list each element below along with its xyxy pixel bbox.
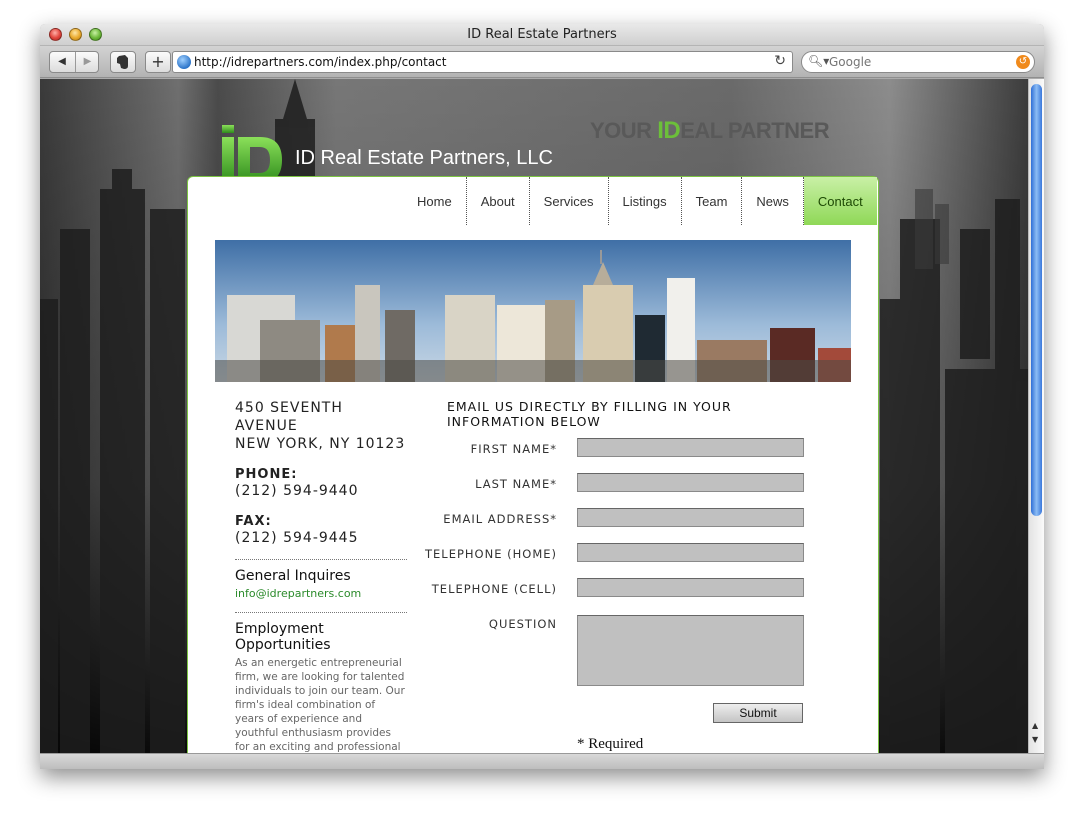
forward-arrow-icon[interactable]: ▶ bbox=[75, 52, 99, 72]
general-inquiries-heading: General Inquires bbox=[235, 568, 351, 584]
email-label: EMAIL ADDRESS* bbox=[443, 512, 557, 526]
nav-team[interactable]: Team bbox=[682, 177, 743, 225]
search-box[interactable]: 🔍︎▾ ↺ bbox=[801, 51, 1035, 73]
status-bar bbox=[40, 753, 1044, 769]
telephone-home-label: TELEPHONE (HOME) bbox=[425, 547, 557, 561]
search-input[interactable] bbox=[829, 55, 999, 69]
add-bookmark-button[interactable]: + bbox=[145, 51, 171, 73]
nav-services[interactable]: Services bbox=[530, 177, 609, 225]
nav-home[interactable]: Home bbox=[403, 177, 467, 225]
address-line-1: 450 SEVENTH AVENUE bbox=[235, 400, 343, 434]
last-name-label: LAST NAME* bbox=[475, 477, 557, 491]
first-name-label: FIRST NAME* bbox=[470, 442, 557, 456]
question-label: QUESTION bbox=[488, 617, 557, 631]
phone-label: PHONE: bbox=[235, 467, 298, 482]
address-line-2: NEW YORK, NY 10123 bbox=[235, 436, 406, 452]
telephone-cell-input[interactable] bbox=[577, 578, 804, 597]
divider bbox=[235, 612, 407, 613]
nav-about[interactable]: About bbox=[467, 177, 530, 225]
browser-toolbar: ◀ ▶ + http://idrepartners.com/index.php/… bbox=[40, 46, 1044, 78]
general-email-link[interactable]: info@idrepartners.com bbox=[235, 587, 407, 600]
reload-icon[interactable]: ↻ bbox=[774, 53, 786, 69]
telephone-cell-label: TELEPHONE (CELL) bbox=[431, 582, 557, 596]
scroll-thumb[interactable] bbox=[1031, 84, 1042, 516]
site-name[interactable]: ID Real Estate Partners, LLC bbox=[295, 147, 553, 170]
back-forward-buttons: ◀ ▶ bbox=[49, 51, 99, 73]
tagline: YOUR IDEAL PARTNER bbox=[590, 117, 830, 145]
tagline-prefix: YOUR bbox=[590, 118, 658, 143]
employment-text: As an energetic entrepreneurial firm, we… bbox=[235, 657, 405, 753]
divider bbox=[235, 559, 407, 560]
tagline-suffix: EAL PARTNER bbox=[680, 118, 830, 143]
content-panel: Home About Services Listings Team News C… bbox=[187, 176, 879, 753]
submit-button[interactable]: Submit bbox=[713, 703, 803, 723]
tagline-highlight: ID bbox=[657, 117, 681, 144]
nav-listings[interactable]: Listings bbox=[609, 177, 682, 225]
fax-number: (212) 594-9445 bbox=[235, 530, 359, 546]
form-title: EMAIL US DIRECTLY BY FILLING IN YOUR INF… bbox=[447, 399, 732, 429]
nav-contact[interactable]: Contact bbox=[803, 177, 877, 225]
main-nav: Home About Services Listings Team News C… bbox=[403, 177, 877, 225]
search-icon: 🔍︎▾ bbox=[808, 54, 830, 68]
scroll-down-arrow-icon[interactable]: ▼ bbox=[1032, 735, 1038, 744]
contact-info-column: 450 SEVENTH AVENUE NEW YORK, NY 10123 PH… bbox=[235, 399, 407, 753]
back-arrow-icon[interactable]: ◀ bbox=[50, 52, 74, 72]
address-bar[interactable]: http://idrepartners.com/index.php/contac… bbox=[172, 51, 793, 73]
fax-label: FAX: bbox=[235, 514, 272, 529]
evernote-icon[interactable] bbox=[110, 51, 136, 73]
snapback-icon[interactable]: ↺ bbox=[1016, 55, 1030, 69]
required-note: * Required bbox=[577, 736, 644, 752]
nav-news[interactable]: News bbox=[742, 177, 804, 225]
vertical-scrollbar[interactable]: ▲ ▼ bbox=[1028, 79, 1044, 753]
url-text[interactable]: http://idrepartners.com/index.php/contac… bbox=[194, 55, 446, 69]
skyline-banner-image bbox=[215, 240, 851, 382]
phone-number: (212) 594-9440 bbox=[235, 483, 359, 499]
window-title: ID Real Estate Partners bbox=[467, 27, 617, 42]
scroll-up-arrow-icon[interactable]: ▲ bbox=[1032, 721, 1038, 730]
first-name-input[interactable] bbox=[577, 438, 804, 457]
employment-heading: Employment Opportunities bbox=[235, 621, 331, 653]
question-textarea[interactable] bbox=[577, 615, 804, 686]
globe-icon bbox=[177, 55, 191, 69]
telephone-home-input[interactable] bbox=[577, 543, 804, 562]
page-viewport: ID Real Estate Partners, LLC YOUR IDEAL … bbox=[40, 79, 1028, 753]
title-bar: ID Real Estate Partners bbox=[40, 24, 1044, 46]
last-name-input[interactable] bbox=[577, 473, 804, 492]
browser-window: ID Real Estate Partners ◀ ▶ + http://idr… bbox=[40, 24, 1044, 769]
email-input[interactable] bbox=[577, 508, 804, 527]
